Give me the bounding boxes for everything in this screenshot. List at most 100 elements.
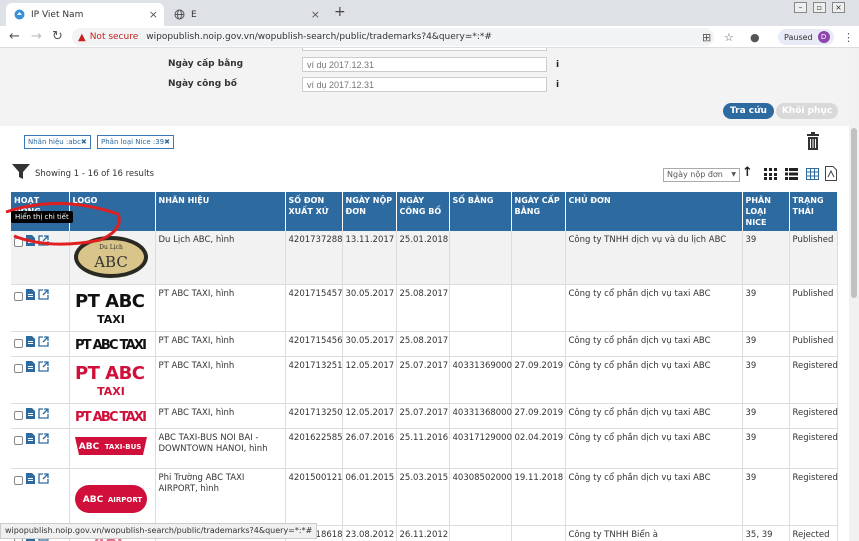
col-header[interactable]: NHÃN HIỆU (155, 192, 286, 231)
extension-icon[interactable]: ● (750, 31, 760, 44)
cell-nice: 39 (742, 468, 790, 526)
cell-cert: 40331368000 (449, 403, 512, 429)
logo-text: ABC (82, 495, 103, 505)
forward-icon[interactable]: → (31, 29, 42, 44)
col-header[interactable]: TRẠNG THÁI (789, 192, 838, 231)
logo-sub: AIRPORT (107, 496, 142, 504)
reset-button[interactable]: Khôi phục (776, 103, 838, 119)
cell-pub: 25.07.2017 (396, 403, 450, 429)
row-checkbox[interactable] (14, 475, 23, 485)
cell-nice: 39 (742, 284, 790, 332)
cell-cert: 40331369000 (449, 356, 512, 404)
row-checkbox[interactable] (14, 363, 23, 373)
grant-date-input[interactable] (302, 57, 547, 72)
profile-button[interactable]: Paused D (778, 29, 834, 45)
ip-vietnam-favicon-icon (14, 9, 25, 20)
results-count: Showing 1 - 16 of 16 results (35, 169, 155, 179)
cell-pub: 25.08.2017 (396, 284, 450, 332)
cell-mark: Phi Trường ABC TAXI AIRPORT, hình (155, 468, 286, 526)
cell-nice: 39 (742, 403, 790, 429)
col-header[interactable]: SỐ BẰNG (449, 192, 512, 231)
list-view-icon[interactable] (785, 168, 798, 180)
cell-cert (449, 525, 512, 541)
remove-chip-icon[interactable]: ✖ (81, 138, 87, 146)
external-link-icon[interactable] (38, 288, 49, 304)
publication-date-input[interactable] (302, 77, 547, 92)
pdf-export-icon[interactable] (825, 166, 838, 181)
menu-dots-icon[interactable]: ⋮ (843, 31, 854, 44)
cell-cert: 40308502000 (449, 468, 512, 526)
table-view-icon[interactable] (806, 168, 819, 180)
external-link-icon[interactable] (38, 432, 49, 448)
document-icon[interactable] (26, 288, 35, 304)
cell-app: 4201713251 (285, 356, 343, 404)
col-header[interactable]: CHỦ ĐƠN (565, 192, 743, 231)
status-bar-url: wipopublish.noip.gov.vn/wopublish-search… (0, 523, 318, 539)
results-table: HOẠT ĐỘNG LOGO NHÃN HIỆU SỐ ĐƠN XUẤT XỨ … (11, 192, 838, 541)
cell-status: Registered (789, 356, 838, 404)
cell-filed: 13.11.2017 (342, 231, 397, 285)
col-header[interactable]: PHÂN LOẠI NICE (742, 192, 790, 231)
col-header[interactable]: SỐ ĐƠN XUẤT XỨ (285, 192, 343, 231)
logo-sub: TAXI (97, 385, 125, 398)
filter-chip-trademark[interactable]: Nhãn hiệu :abc✖ (24, 135, 91, 149)
external-link-icon[interactable] (38, 335, 49, 351)
translate-icon[interactable]: ⊞ (702, 31, 711, 44)
close-tab-icon[interactable]: × (311, 8, 320, 21)
table-row[interactable]: PT ABC TAXI PT ABC TAXI, hình 4201713250 12… (11, 403, 838, 429)
filter-field-partial[interactable] (302, 48, 547, 51)
document-icon[interactable] (26, 432, 35, 448)
sort-select[interactable]: Ngày nộp đơn ▼ (663, 168, 740, 182)
tab-ip-vietnam[interactable]: IP Viet Nam × (6, 3, 164, 26)
logo-cell: PT ABC TAXI (69, 331, 156, 357)
cell-filed: 12.05.2017 (342, 403, 397, 429)
close-tab-icon[interactable]: × (149, 8, 158, 21)
cell-app: 4201715456 (285, 331, 343, 357)
remove-chip-icon[interactable]: ✖ (164, 138, 170, 146)
filter-funnel-icon[interactable] (12, 164, 30, 183)
url-box[interactable]: ▲ Not secure wipopublish.noip.gov.vn/wop… (72, 28, 714, 46)
back-icon[interactable]: ← (9, 29, 20, 44)
cell-status: Published (789, 331, 838, 357)
row-checkbox[interactable] (14, 435, 23, 445)
row-checkbox[interactable] (14, 291, 23, 301)
sort-value: Ngày nộp đơn (667, 170, 723, 179)
col-header[interactable]: NGÀY CẤP BẰNG (511, 192, 566, 231)
bookmark-star-icon[interactable]: ☆ (724, 31, 734, 44)
col-header[interactable]: NGÀY NỘP ĐƠN (342, 192, 397, 231)
table-row[interactable]: PT ABC TAXI PT ABC TAXI, hình 4201713251 12.… (11, 356, 838, 404)
table-row[interactable]: PT ABC TAXI PT ABC TAXI, hình 4201715456 30… (11, 331, 838, 357)
table-row[interactable]: ABC AIRPORT Phi Trường ABC TAXI AIRPORT, h… (11, 468, 838, 526)
cell-cert (449, 331, 512, 357)
sort-direction-icon[interactable]: ↑ (742, 165, 753, 180)
chip-label: Phân loại Nice :39 (101, 138, 165, 146)
table-row[interactable]: ABC TAXI-BUS ABC TAXI-BUS NOI BAI - DOWNTO… (11, 428, 838, 469)
tab-second[interactable]: E × (166, 3, 326, 26)
document-icon[interactable] (26, 407, 35, 423)
restore-icon[interactable]: ▫ (813, 2, 826, 13)
document-icon[interactable] (26, 335, 35, 351)
scrollbar-thumb[interactable] (851, 128, 857, 298)
window-close-icon[interactable]: × (832, 2, 845, 13)
info-icon[interactable]: i (556, 60, 559, 70)
minimize-icon[interactable]: – (794, 2, 807, 13)
info-icon[interactable]: i (556, 80, 559, 90)
row-checkbox[interactable] (14, 410, 23, 420)
filter-chip-nice[interactable]: Phân loại Nice :39✖ (97, 135, 174, 149)
document-icon[interactable] (26, 360, 35, 376)
row-checkbox[interactable] (14, 338, 23, 348)
external-link-icon[interactable] (38, 360, 49, 376)
col-header[interactable]: NGÀY CÔNG BỐ (396, 192, 450, 231)
reload-icon[interactable]: ↻ (52, 29, 63, 44)
external-link-icon[interactable] (38, 472, 49, 488)
new-tab-button[interactable]: + (334, 4, 346, 20)
table-row[interactable]: Du Lịch ABC Du Lịch ABC, hình 4201737288 13.… (11, 231, 838, 285)
document-icon[interactable] (26, 472, 35, 488)
search-button[interactable]: Tra cứu (723, 103, 774, 119)
grid-view-icon[interactable] (764, 168, 777, 180)
cell-owner: Công ty cổ phần dịch vụ taxi ABC (565, 331, 743, 357)
trash-icon[interactable] (806, 132, 820, 150)
external-link-icon[interactable] (38, 407, 49, 423)
table-row[interactable]: PT ABC TAXI PT ABC TAXI, hình 4201715457 30.… (11, 284, 838, 332)
url-text[interactable]: wipopublish.noip.gov.vn/wopublish-search… (146, 32, 492, 42)
